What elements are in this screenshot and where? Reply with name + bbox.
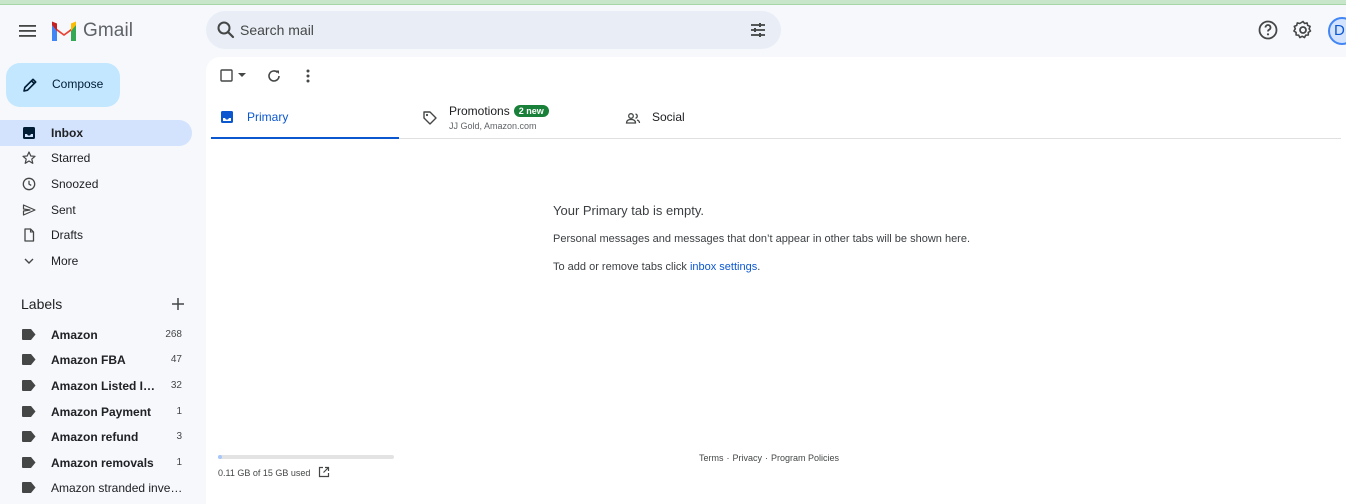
gmail-logo[interactable]: Gmail [50,17,133,45]
labels-heading: Labels [21,296,63,312]
settings-gear-icon[interactable] [1291,18,1315,42]
label-count: 268 [165,329,182,340]
tab-social[interactable]: Social [616,96,804,139]
hamburger-menu-icon [19,25,36,37]
chevron-down-icon [24,258,34,264]
sidebar-item-starred[interactable]: Starred [0,145,192,171]
sidebar-item-label: Inbox [51,126,83,140]
gmail-m-logo-icon [52,21,76,41]
more-options-icon[interactable] [300,68,316,84]
footer-separator: · [726,453,730,463]
people-icon [625,113,641,124]
account-avatar[interactable]: D [1328,17,1346,45]
terms-link[interactable]: Terms [699,453,724,463]
storage-usage-text: 0.11 GB of 15 GB used [218,468,311,478]
new-count-badge: 2 new [513,105,549,117]
label-name: Amazon Payment [51,405,152,419]
footer-separator: · [765,453,769,463]
sidebar-item-label: Snoozed [51,177,99,191]
label-count: 1 [176,457,182,468]
tab-label-with-badge: Promotions 2 new [449,104,549,118]
sidebar-item-sent[interactable]: Sent [0,197,192,223]
empty-state-description: Personal messages and messages that don’… [553,233,971,245]
main-menu-button[interactable] [12,15,44,47]
label-item-amazon[interactable]: Amazon 268 [0,323,192,347]
help-icon[interactable] [1256,18,1280,42]
clock-icon [22,177,36,191]
sidebar-item-drafts[interactable]: Drafts [0,222,192,248]
label-count: 47 [170,354,182,365]
label-name: Amazon [51,328,98,342]
tag-icon [423,111,437,125]
privacy-link[interactable]: Privacy [733,453,763,463]
label-count: 32 [170,380,182,391]
empty-state-title: Your Primary tab is empty. [553,203,704,218]
label-item-amazon-refund[interactable]: Amazon refund 3 [0,425,192,449]
label-tag-icon [22,457,36,468]
select-all-checkbox-icon[interactable] [220,69,234,83]
label-tag-icon [22,354,36,365]
sidebar-item-inbox[interactable]: Inbox [0,120,192,146]
app-name: Gmail [83,20,134,41]
tab-label: Social [652,110,685,124]
tab-label: Primary [247,110,289,124]
label-tag-icon [22,380,36,391]
draft-icon [24,228,35,242]
compose-button[interactable]: Compose [6,63,120,107]
storage-usage-bar [218,455,394,459]
search-icon[interactable] [216,20,236,40]
sidebar-item-label: Drafts [51,228,84,242]
label-name: Amazon stranded invent... [51,481,186,495]
label-count: 3 [176,431,182,442]
label-item-amazon-stranded-inventory[interactable]: Amazon stranded invent... [0,476,192,500]
sidebar-item-more[interactable]: More [0,248,192,274]
mail-toolbar [206,57,1346,95]
label-item-amazon-fba[interactable]: Amazon FBA 47 [0,348,192,372]
select-dropdown-caret-icon[interactable] [237,71,247,79]
search-input[interactable] [240,11,730,49]
program-policies-link[interactable]: Program Policies [771,453,839,463]
search-options-icon[interactable] [748,20,768,40]
hint-prefix: To add or remove tabs click [553,261,690,273]
label-name: Amazon removals [51,456,154,470]
refresh-icon[interactable] [266,68,282,84]
label-item-amazon-removals[interactable]: Amazon removals 1 [0,451,192,475]
inbox-tab-icon [221,111,233,123]
category-tabs: Primary Promotions 2 new JJ Gold, Amazon.… [211,96,1341,139]
compose-label: Compose [52,77,104,91]
label-item-amazon-payment[interactable]: Amazon Payment 1 [0,400,192,424]
storage-usage-fill [218,455,222,459]
hint-suffix: . [757,261,761,273]
tab-subtitle: JJ Gold, Amazon.com [449,121,537,131]
label-tag-icon [22,431,36,442]
label-tag-icon [22,329,36,340]
sidebar-item-label: More [51,254,79,268]
sidebar-item-snoozed[interactable]: Snoozed [0,171,192,197]
label-item-amazon-listed-items[interactable]: Amazon Listed Ite... 32 [0,374,192,398]
send-icon [22,204,36,216]
label-count: 1 [176,406,182,417]
tab-primary[interactable]: Primary [211,96,399,139]
header: Gmail D [0,5,1346,57]
label-tag-icon [22,406,36,417]
empty-state-hint: To add or remove tabs click inbox settin… [553,261,760,273]
tab-label: Promotions [449,104,510,118]
sidebar-item-label: Sent [51,203,76,217]
search-bar[interactable] [206,11,781,49]
sidebar-item-label: Starred [51,151,91,165]
label-tag-icon [22,482,36,493]
tab-promotions[interactable]: Promotions 2 new JJ Gold, Amazon.com [413,96,601,139]
star-icon [22,151,36,164]
add-label-icon[interactable] [170,296,186,312]
inbox-icon [23,127,35,139]
label-name: Amazon FBA [51,353,126,367]
label-name: Amazon Listed Ite... [51,379,159,393]
main-pane: Primary Promotions 2 new JJ Gold, Amazon.… [206,57,1346,504]
open-in-new-icon[interactable] [318,466,330,478]
label-name: Amazon refund [51,430,139,444]
footer-links: Terms · Privacy · Program Policies [699,453,839,463]
inbox-settings-link[interactable]: inbox settings [690,261,757,273]
pencil-icon [23,78,37,92]
